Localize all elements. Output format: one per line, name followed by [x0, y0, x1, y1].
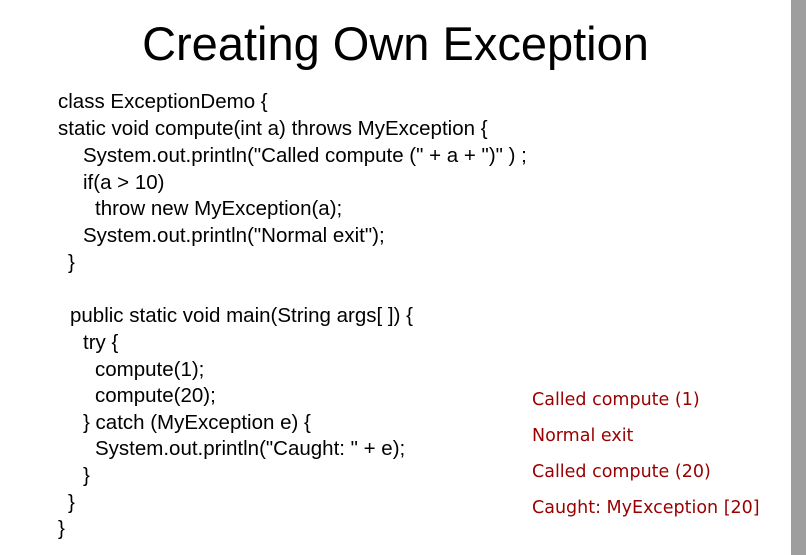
code-line: } [68, 251, 75, 274]
output-line: Called compute (1) [532, 390, 700, 410]
code-line: compute(1); [95, 358, 205, 381]
code-line: } [68, 491, 75, 514]
code-line: if(a > 10) [83, 171, 165, 194]
output-line: Caught: MyException [20] [532, 498, 760, 518]
code-line: System.out.println("Caught: " + e); [95, 437, 406, 460]
output-line: Called compute (20) [532, 462, 711, 482]
code-line: } [58, 517, 65, 540]
output-line: Normal exit [532, 426, 634, 446]
code-line: throw new MyException(a); [95, 197, 343, 220]
code-line: try { [83, 331, 119, 354]
code-line: compute(20); [95, 384, 216, 407]
code-line: } [83, 464, 90, 487]
code-line: static void compute(int a) throws MyExce… [58, 117, 488, 140]
slide: Creating Own Exception class ExceptionDe… [0, 0, 806, 555]
slide-side-bar [791, 0, 806, 555]
code-line: class ExceptionDemo { [58, 90, 268, 113]
code-line: } catch (MyException e) { [83, 411, 311, 434]
code-line: System.out.println("Normal exit"); [83, 224, 385, 247]
slide-title: Creating Own Exception [142, 17, 649, 70]
code-line: System.out.println("Called compute (" + … [83, 144, 527, 167]
code-line: public static void main(String args[ ]) … [70, 304, 413, 327]
program-output: Called compute (1) Normal exit Called co… [532, 387, 760, 531]
